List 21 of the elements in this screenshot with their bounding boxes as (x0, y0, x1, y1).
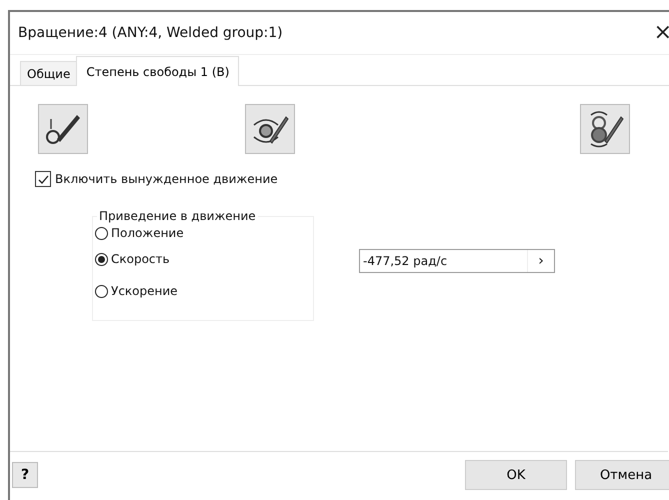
help-button[interactable]: ? (12, 462, 38, 488)
group-title: Приведение в движение (98, 209, 257, 223)
checkbox-label: Включить вынужденное движение (55, 172, 278, 186)
tool-button[interactable] (245, 104, 295, 154)
radio-button[interactable] (95, 284, 108, 298)
radio-label: Положение (111, 226, 184, 240)
tab[interactable]: Степень свободы 1 (B) (76, 56, 240, 86)
value-field[interactable]: -477,52 рад/с › (359, 249, 555, 273)
radio-button[interactable] (95, 226, 108, 240)
checkbox[interactable] (35, 171, 51, 187)
radio-button[interactable] (95, 252, 108, 266)
radio-label: Ускорение (111, 284, 178, 298)
tab[interactable]: Общие (20, 61, 78, 85)
dialog-button[interactable]: Отмена (575, 460, 669, 490)
radio-label: Скорость (111, 252, 170, 266)
close-button[interactable]: × (650, 22, 669, 44)
dialog-button[interactable]: OK (465, 460, 567, 490)
tool-button[interactable] (38, 104, 88, 154)
window-title: Вращение:4 (ANY:4, Welded group:1) (18, 25, 283, 41)
arrow-button[interactable]: › (527, 250, 554, 272)
tool-button[interactable] (580, 104, 630, 154)
